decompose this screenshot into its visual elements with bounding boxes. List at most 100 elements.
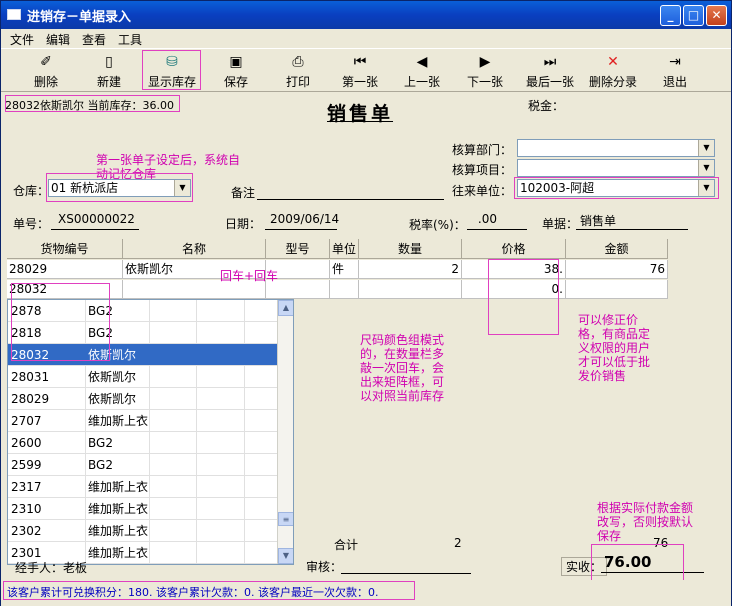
- note-remember-warehouse: 第一张单子设定后，系统自动记忆仓库: [96, 153, 241, 181]
- table-cell[interactable]: [359, 280, 462, 299]
- delete-button[interactable]: ✐ 删除: [21, 51, 71, 91]
- delete-entry-button[interactable]: ✕ 删除分录: [585, 51, 641, 91]
- stock-icon: ⛁: [166, 54, 178, 70]
- maximize-button[interactable]: □: [683, 5, 704, 26]
- list-scrollbar[interactable]: ▲ ≡ ▼: [277, 300, 293, 564]
- first-record-icon: ⏮: [353, 54, 367, 70]
- project-label: 核算项目：: [452, 163, 513, 177]
- list-item[interactable]: 28031 依斯凯尔: [8, 366, 278, 388]
- warehouse-label: 仓库：: [13, 184, 50, 198]
- list-item[interactable]: 28029 依斯凯尔: [8, 388, 278, 410]
- chevron-down-icon[interactable]: ▼: [698, 180, 714, 196]
- partner-select[interactable]: 102003-阿超 ▼: [517, 179, 715, 197]
- last-record-icon: ⏭: [543, 54, 557, 70]
- paid-input[interactable]: 76.00: [601, 553, 704, 573]
- table-cell[interactable]: [566, 280, 668, 299]
- table-cell[interactable]: 2: [359, 260, 462, 279]
- col-header-unit[interactable]: 单位: [330, 239, 359, 259]
- total-label: 合计: [334, 538, 359, 552]
- warehouse-select[interactable]: 01 新杭派店 ▼: [48, 179, 191, 197]
- col-header-code[interactable]: 货物编号: [7, 239, 123, 259]
- first-record-button[interactable]: ⏮ 第一张: [335, 51, 385, 91]
- note-size-color: 尺码颜色组模式的，在数量栏多敲一次回车，会出来矩阵框，可以对照当前库存: [360, 333, 445, 403]
- table-cell[interactable]: 76: [566, 260, 668, 279]
- list-item[interactable]: 2317 维加斯上衣: [8, 476, 278, 498]
- list-item[interactable]: 2707 维加斯上衣: [8, 410, 278, 432]
- chevron-down-icon[interactable]: ▼: [698, 140, 714, 156]
- product-dropdown-list[interactable]: 2878 BG2 2818 BG2 28032 依斯凯尔 28031 依斯凯尔 2802…: [7, 299, 294, 565]
- total-amount: 76: [653, 536, 669, 550]
- document-title: 销售单: [327, 103, 394, 125]
- list-item[interactable]: 2310 维加斯上衣: [8, 498, 278, 520]
- doctype-field: 销售单: [576, 212, 688, 230]
- table-cell[interactable]: 38.: [462, 260, 566, 279]
- note-enter-enter: 回车+回车: [220, 269, 279, 283]
- save-button[interactable]: ▣ 保存: [211, 51, 261, 91]
- doctype-label: 单据：: [542, 217, 579, 231]
- taxrate-field[interactable]: .00: [467, 212, 527, 230]
- toolbar: ✐ 删除 ▯ 新建 ⛁ 显示库存 ▣ 保存 ⎙ 打印 ⏮ 第一张 ◀ 上一张 ▶: [1, 48, 731, 92]
- docno-label: 单号：: [13, 217, 50, 231]
- minimize-button[interactable]: _: [660, 5, 681, 26]
- next-record-button[interactable]: ▶ 下一张: [460, 51, 510, 91]
- scroll-thumb[interactable]: ≡: [278, 512, 293, 526]
- table-cell[interactable]: [330, 280, 359, 299]
- window-title: 进销存－单据录入: [27, 10, 132, 25]
- exit-button[interactable]: ⇥ 退出: [653, 51, 697, 91]
- project-select[interactable]: ▼: [517, 159, 715, 177]
- total-qty: 2: [454, 536, 462, 550]
- last-record-button[interactable]: ⏭ 最后一张: [521, 51, 579, 91]
- docno-field[interactable]: XS00000022: [51, 212, 139, 230]
- dept-select[interactable]: ▼: [517, 139, 715, 157]
- printer-icon: ⎙: [292, 54, 304, 70]
- table-cell[interactable]: 件: [330, 260, 359, 279]
- scroll-down-icon[interactable]: ▼: [278, 548, 293, 564]
- close-button[interactable]: ✕: [706, 5, 727, 26]
- tax-label: 税金：: [528, 99, 565, 113]
- col-header-model[interactable]: 型号: [266, 239, 330, 259]
- print-button[interactable]: ⎙ 打印: [273, 51, 323, 91]
- list-item[interactable]: 2878 BG2: [8, 300, 278, 322]
- auditor-label: 审核：: [306, 560, 343, 574]
- main-window: 进销存－单据录入 _ □ ✕ 文件 编辑 查看 工具 ✐ 删除 ▯ 新建 ⛁ 显…: [0, 0, 732, 606]
- chevron-down-icon[interactable]: ▼: [698, 160, 714, 176]
- new-document-icon: ▯: [105, 54, 113, 70]
- remark-input[interactable]: [257, 182, 444, 200]
- date-label: 日期：: [225, 217, 262, 231]
- status-bar: 该客户累计可兑换积分：180. 该客户累计欠款：0. 该客户最近一次欠款：0.: [1, 580, 731, 606]
- stock-info: 28032依斯凯尔 当前库存：36.00: [5, 99, 174, 112]
- col-header-price[interactable]: 价格: [462, 239, 566, 259]
- menu-file[interactable]: 文件: [10, 31, 34, 48]
- exit-icon: ⇥: [669, 54, 681, 70]
- note-modify-price: 可以修正价格，有商品定义权限的用户才可以低于批发价销售: [578, 313, 651, 383]
- show-stock-button[interactable]: ⛁ 显示库存: [143, 51, 201, 91]
- col-header-name[interactable]: 名称: [123, 239, 266, 259]
- delete-entry-icon: ✕: [607, 54, 619, 70]
- menu-view[interactable]: 查看: [82, 31, 106, 48]
- col-header-qty[interactable]: 数量: [359, 239, 462, 259]
- note-actual-pay: 根据实际付款金额改写，否则按默认保存: [597, 501, 694, 543]
- auditor-field[interactable]: [341, 556, 471, 574]
- taxrate-label: 税率(%)：: [409, 218, 466, 232]
- title-bar: 进销存－单据录入 _ □ ✕: [1, 1, 731, 29]
- operator-label: 经手人：老板: [15, 561, 88, 575]
- chevron-down-icon[interactable]: ▼: [174, 180, 190, 196]
- menu-edit[interactable]: 编辑: [46, 31, 70, 48]
- col-header-amount[interactable]: 金额: [566, 239, 668, 259]
- new-button[interactable]: ▯ 新建: [84, 51, 134, 91]
- save-icon: ▣: [229, 54, 243, 70]
- date-field[interactable]: 2009/06/14: [265, 212, 339, 230]
- list-item[interactable]: 2600 BG2: [8, 432, 278, 454]
- table-cell[interactable]: 0.: [462, 280, 566, 299]
- list-item[interactable]: 2818 BG2: [8, 322, 278, 344]
- menu-tools[interactable]: 工具: [118, 31, 142, 48]
- scroll-up-icon[interactable]: ▲: [278, 300, 293, 316]
- table-cell[interactable]: 28032: [7, 280, 123, 299]
- list-item[interactable]: 2599 BG2: [8, 454, 278, 476]
- partner-label: 往来单位：: [452, 184, 513, 198]
- app-icon: [7, 9, 21, 20]
- table-cell[interactable]: 28029: [7, 260, 123, 279]
- list-item[interactable]: 2302 维加斯上衣: [8, 520, 278, 542]
- previous-record-button[interactable]: ◀ 上一张: [397, 51, 447, 91]
- list-item-selected[interactable]: 28032 依斯凯尔: [8, 344, 278, 366]
